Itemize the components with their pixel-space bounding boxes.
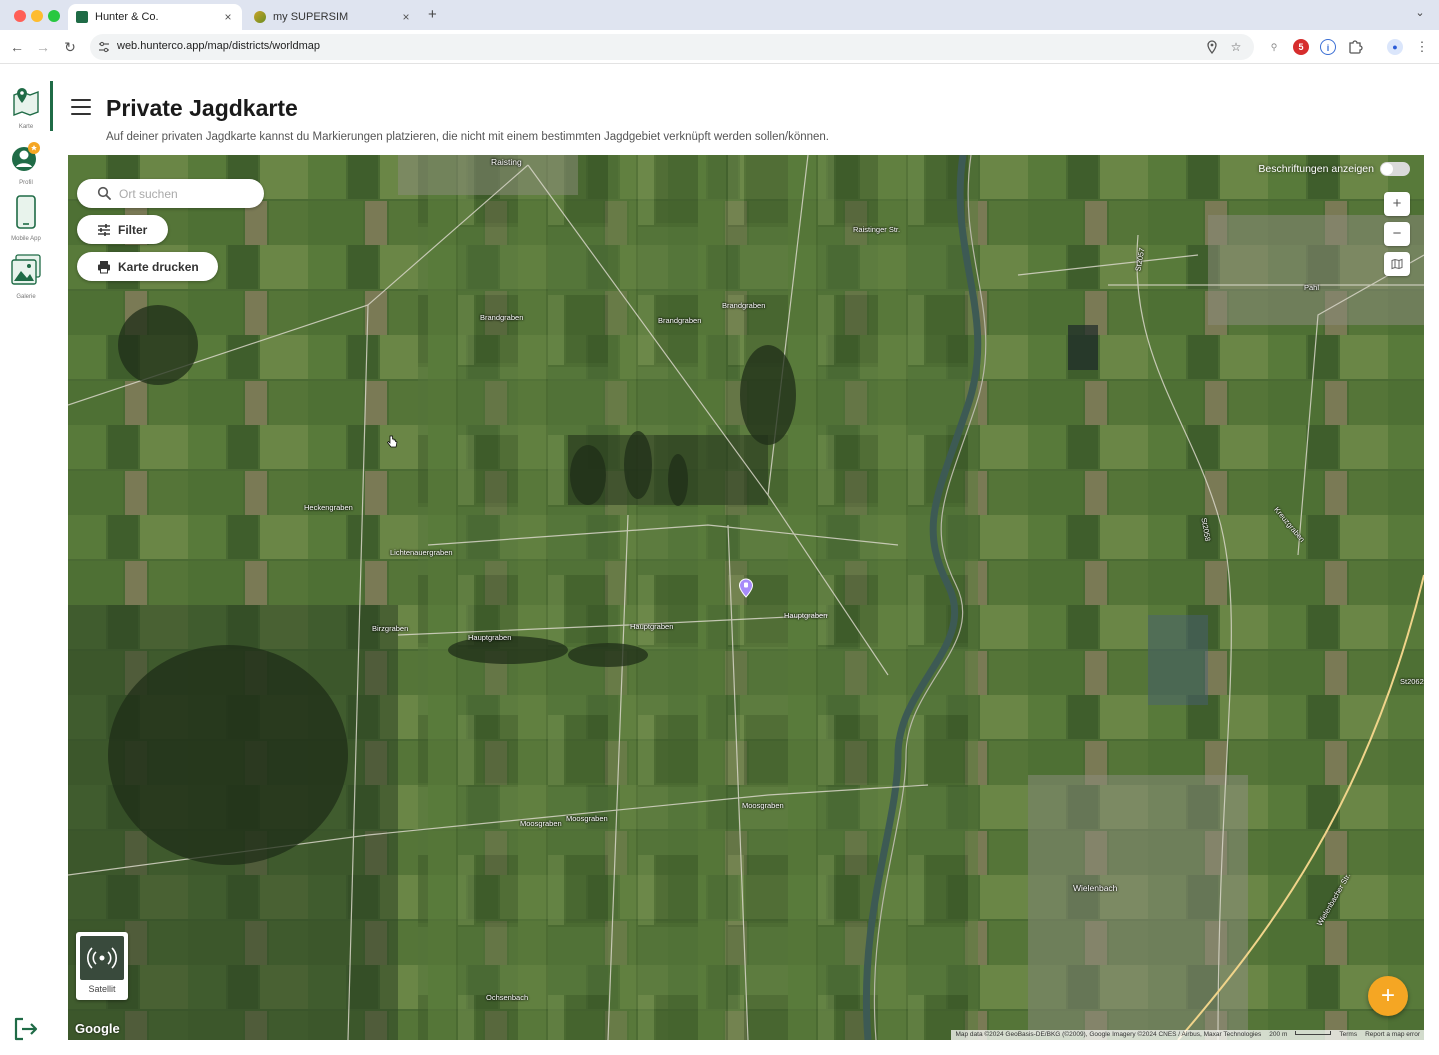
page-title: Private Jagdkarte: [106, 95, 298, 121]
tab-strip: Hunter & Co. × my SUPERSIM × + ⌄: [0, 0, 1439, 30]
browser-menu-icon[interactable]: ⋮: [1414, 39, 1430, 55]
address-bar[interactable]: web.hunterco.app/map/districts/worldmap …: [90, 34, 1254, 60]
map-layers-button[interactable]: [1384, 252, 1410, 276]
zoom-in-button[interactable]: +: [1384, 192, 1410, 216]
road-label: St2062: [1400, 677, 1424, 686]
print-button-label: Karte drucken: [118, 259, 199, 274]
map-pin-icon: [13, 88, 39, 117]
back-arrow-icon[interactable]: ←: [8, 38, 26, 56]
sidebar-item-label: Galerie: [16, 294, 36, 300]
satellite-broadcast-icon: [87, 947, 117, 969]
road-label: Moosgraben: [742, 801, 784, 810]
smartphone-icon: [16, 195, 36, 229]
search-input[interactable]: [119, 185, 249, 202]
window-close-button[interactable]: [14, 10, 26, 22]
adblock-extension-icon[interactable]: 5: [1293, 39, 1309, 55]
sidebar-item-label: Mobile App: [11, 236, 41, 242]
road-label: Birzgraben: [372, 624, 409, 633]
reload-icon[interactable]: ↻: [61, 38, 79, 56]
terms-link[interactable]: Terms: [1339, 1031, 1357, 1039]
window-zoom-button[interactable]: [48, 10, 60, 22]
new-tab-button[interactable]: +: [428, 6, 437, 23]
translate-icon[interactable]: ⚲: [1266, 39, 1282, 55]
tab-my-supersim[interactable]: my SUPERSIM ×: [246, 4, 420, 30]
sidebar-item-profil[interactable]: Profil: [0, 141, 52, 186]
tab-close-icon[interactable]: ×: [400, 10, 412, 24]
bookmark-star-icon[interactable]: ☆: [1228, 39, 1244, 55]
profile-avatar-icon[interactable]: ●: [1387, 39, 1403, 55]
filter-sliders-icon: [98, 223, 110, 236]
map-canvas[interactable]: Raisting Wielenbach Pahl Raistinger Str.…: [68, 155, 1424, 1040]
sidebar-item-karte[interactable]: Karte: [0, 85, 52, 130]
map-layers-icon: [1391, 258, 1403, 270]
satellite-thumbnail: [80, 936, 124, 980]
place-label: Wielenbach: [1073, 883, 1118, 893]
map-attribution: Map data ©2024 GeoBasis-DE/BKG (©2009), …: [951, 1030, 1424, 1040]
menu-hamburger-icon[interactable]: [71, 99, 91, 115]
labels-toggle-label: Beschriftungen anzeigen: [1258, 163, 1374, 175]
forward-arrow-icon[interactable]: →: [34, 38, 52, 56]
filter-button[interactable]: Filter: [77, 215, 168, 244]
report-error-link[interactable]: Report a map error: [1365, 1031, 1420, 1039]
road-label: Heckengraben: [304, 503, 353, 512]
user-profile-icon: [12, 142, 40, 171]
road-label: Raistinger Str.: [853, 225, 901, 234]
page-header: Private Jagdkarte Auf deiner privaten Ja…: [54, 65, 1439, 155]
road-label: Moosgraben: [566, 814, 608, 823]
road-label: Lichtenauergraben: [390, 548, 453, 557]
road-label: Hauptgraben: [784, 611, 828, 620]
logout-icon[interactable]: [13, 1016, 39, 1042]
hand-cursor-icon: [387, 435, 398, 448]
sidebar-item-mobile-app[interactable]: Mobile App: [0, 195, 52, 242]
road-label: Hauptgraben: [630, 622, 674, 631]
hunterco-favicon-icon: [76, 11, 88, 23]
place-search-box[interactable]: [77, 179, 264, 208]
sidebar: Karte Profil Mobile App Galerie: [0, 65, 54, 1055]
place-label: Raisting: [491, 157, 522, 167]
tab-hunter-co[interactable]: Hunter & Co. ×: [68, 4, 242, 30]
attribution-text: Map data ©2024 GeoBasis-DE/BKG (©2009), …: [955, 1031, 1262, 1038]
url-text: web.hunterco.app/map/districts/worldmap: [117, 40, 320, 52]
road-label: Ochsenbach: [486, 993, 529, 1002]
sidebar-item-galerie[interactable]: Galerie: [0, 253, 52, 300]
road-label: Brandgraben: [658, 316, 702, 325]
satellite-label: Satellit: [88, 984, 116, 994]
browser-window: Hunter & Co. × my SUPERSIM × + ⌄ ← → ↻ w…: [0, 0, 1439, 1055]
map-marker-pin-icon[interactable]: [738, 578, 754, 598]
site-settings-icon[interactable]: [98, 41, 110, 53]
labels-toggle[interactable]: Beschriftungen anzeigen: [1258, 162, 1410, 176]
labels-toggle-switch[interactable]: [1380, 162, 1410, 176]
scale-label: 200 m: [1269, 1031, 1288, 1038]
sidebar-item-label: Profil: [19, 180, 33, 186]
window-minimize-button[interactable]: [31, 10, 43, 22]
print-map-button[interactable]: Karte drucken: [77, 252, 218, 281]
add-marker-button[interactable]: +: [1368, 976, 1408, 1016]
onepassword-extension-icon[interactable]: i: [1320, 39, 1336, 55]
road-label: Brandgraben: [480, 313, 524, 322]
road-label: Moosgraben: [520, 819, 562, 828]
tab-close-icon[interactable]: ×: [222, 10, 234, 24]
browser-toolbar: ← → ↻ web.hunterco.app/map/districts/wor…: [0, 30, 1439, 64]
sidebar-item-label: Karte: [18, 124, 34, 130]
page-description: Auf deiner privaten Jagdkarte kannst du …: [106, 131, 829, 143]
filter-button-label: Filter: [118, 222, 148, 237]
satellite-layer-switch[interactable]: Satellit: [76, 932, 128, 1000]
google-logo: Google: [75, 1021, 120, 1036]
tab-title: my SUPERSIM: [273, 11, 349, 23]
tab-search-chevron-icon[interactable]: ⌄: [1411, 6, 1429, 24]
location-pin-icon[interactable]: [1204, 39, 1220, 55]
supersim-favicon-icon: [254, 11, 266, 23]
tab-title: Hunter & Co.: [95, 11, 159, 23]
road-label: Hauptgraben: [468, 633, 512, 642]
search-icon: [97, 186, 111, 200]
zoom-out-button[interactable]: −: [1384, 222, 1410, 246]
extensions-puzzle-icon[interactable]: [1347, 39, 1363, 55]
road-label: Brandgraben: [722, 301, 766, 310]
place-label: Pahl: [1304, 283, 1320, 292]
scale-bar: [1295, 1031, 1332, 1035]
printer-icon: [98, 260, 110, 273]
gallery-icon: [11, 254, 41, 285]
